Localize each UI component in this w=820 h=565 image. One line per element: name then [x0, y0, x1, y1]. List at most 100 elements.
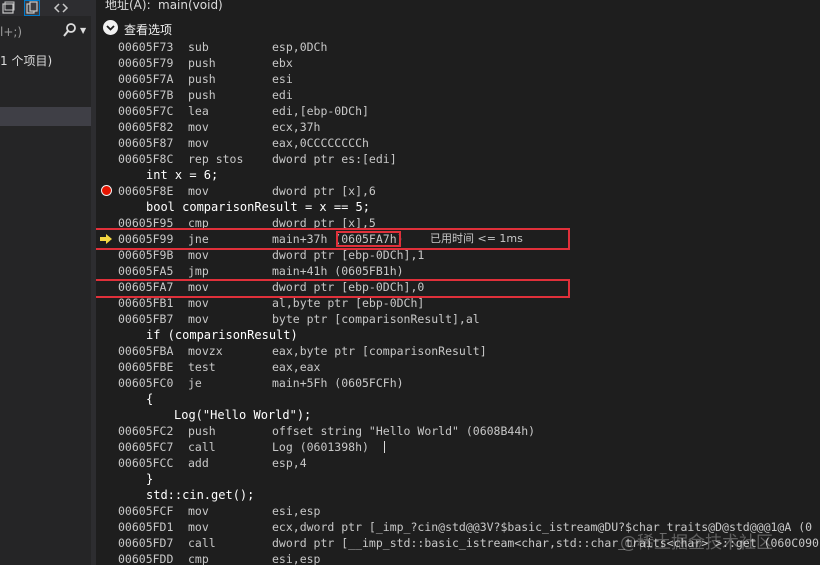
instruction-address: 00605FC0 [118, 376, 174, 390]
instruction-opcode: lea [188, 104, 209, 118]
disasm-line[interactable]: 00605F7C lea edi,[ebp-0DCh] [96, 103, 820, 119]
instruction-opcode: mov [188, 184, 209, 198]
left-panel-toolbar [0, 0, 91, 16]
instruction-address: 00605F8E [118, 184, 174, 198]
source-code-text: } [146, 472, 154, 486]
copy-icon[interactable] [24, 0, 40, 16]
instruction-opcode: call [188, 440, 216, 454]
instruction-opcode: add [188, 456, 209, 470]
instruction-address: 00605FBE [118, 360, 174, 374]
breakpoint-icon[interactable] [101, 185, 112, 196]
disasm-line[interactable]: 00605FA5 jmp main+41h (0605FB1h) [96, 263, 820, 279]
instruction-address: 00605F82 [118, 120, 174, 134]
instruction-address: 00605FCC [118, 456, 174, 470]
source-code-text: if (comparisonResult) [146, 328, 298, 342]
search-input[interactable]: l+;) [0, 24, 60, 40]
instruction-opcode: mov [188, 504, 209, 518]
instruction-operands: Log (0601398h) [272, 440, 369, 454]
search-icon[interactable] [63, 23, 77, 39]
instruction-operands: esi,esp [272, 552, 321, 565]
instruction-operands: dword ptr [x],6 [272, 184, 376, 198]
disasm-line[interactable]: 00605FC2 push offset string "Hello World" … [96, 423, 820, 439]
disasm-line[interactable]: 00605F79 push ebx [96, 55, 820, 71]
instruction-address: 00605FBA [118, 344, 174, 358]
instruction-address: 00605FA5 [118, 264, 174, 278]
address-bar: 地址(A): main(void) [96, 0, 820, 14]
disasm-line[interactable]: 00605FC7 call Log (0601398h) [96, 439, 820, 455]
instruction-address: 00605F7B [118, 88, 174, 102]
instruction-address: 00605FDD [118, 552, 174, 565]
instruction-operands: esp,0DCh [272, 40, 328, 54]
code-brackets-icon[interactable] [53, 0, 69, 16]
instruction-opcode: mov [188, 120, 209, 134]
instruction-operands: edi,[ebp-0DCh] [272, 104, 369, 118]
window-icon[interactable] [0, 0, 16, 16]
instruction-operands: eax,byte ptr [comparisonResult] [272, 344, 487, 358]
instruction-operands: dword ptr es:[edi] [272, 152, 397, 166]
instruction-operands: main+5Fh (0605FCFh) [272, 376, 404, 390]
instruction-opcode: je [188, 376, 202, 390]
disasm-line[interactable]: 00605FB7 mov byte ptr [comparisonResult],a… [96, 311, 820, 327]
view-options-label[interactable]: 查看选项 [124, 21, 172, 38]
chevron-down-icon[interactable]: ▼ [80, 23, 86, 39]
instruction-address: 00605F73 [118, 40, 174, 54]
instruction-operands: esp,4 [272, 456, 307, 470]
disasm-line[interactable]: 00605F7A push esi [96, 71, 820, 87]
instruction-address: 00605FC2 [118, 424, 174, 438]
disasm-line[interactable]: 00605FC0 je main+5Fh (0605FCFh) [96, 375, 820, 391]
disasm-line[interactable]: 00605FDD cmp esi,esp [96, 551, 820, 565]
instruction-operands: edi [272, 88, 293, 102]
disasm-line[interactable]: 00605F73 sub esp,0DCh [96, 39, 820, 55]
address-input[interactable]: main(void) [158, 0, 223, 11]
instruction-address: 00605F7C [118, 104, 174, 118]
instruction-address: 00605F8C [118, 152, 174, 166]
source-line[interactable]: } [96, 471, 820, 487]
instruction-opcode: movzx [188, 344, 223, 358]
instruction-opcode: mov [188, 136, 209, 150]
source-line[interactable]: if (comparisonResult) [96, 327, 820, 343]
instruction-opcode: push [188, 88, 216, 102]
disasm-line[interactable]: 00605FBA movzx eax,byte ptr [comparisonRes… [96, 343, 820, 359]
instruction-operands: offset string "Hello World" (0608B44h) [272, 424, 536, 438]
instruction-opcode: rep stos [188, 152, 244, 166]
instruction-address: 00605F87 [118, 136, 174, 150]
source-line[interactable]: int x = 6; [96, 167, 820, 183]
instruction-address: 00605FC7 [118, 440, 174, 454]
instruction-address: 00605F79 [118, 56, 174, 70]
instruction-opcode: call [188, 536, 216, 550]
disasm-line[interactable]: 00605F87 mov eax,0CCCCCCCCh [96, 135, 820, 151]
instruction-address: 00605FD7 [118, 536, 174, 550]
instruction-operands: esi [272, 72, 293, 86]
instruction-operands: eax,0CCCCCCCCh [272, 136, 369, 150]
instruction-opcode: push [188, 424, 216, 438]
source-line[interactable]: Log("Hello World"); [96, 407, 820, 423]
instruction-operands: ebx [272, 56, 293, 70]
instruction-opcode: mov [188, 312, 209, 326]
source-line[interactable]: bool comparisonResult = x == 5; [96, 199, 820, 215]
selected-list-item[interactable] [0, 107, 91, 126]
instruction-opcode: cmp [188, 552, 209, 565]
disasm-line[interactable]: 00605FBE test eax,eax [96, 359, 820, 375]
instruction-address: 00605FB7 [118, 312, 174, 326]
disasm-line[interactable]: 00605F7B push edi [96, 87, 820, 103]
chevron-down-circle-icon[interactable] [103, 20, 118, 35]
disassembly-view[interactable]: 00605F73 sub esp,0DCh 00605F79 push ebx 00605F… [96, 39, 820, 565]
instruction-opcode: sub [188, 40, 209, 54]
source-code-text: { [146, 392, 154, 406]
disasm-line[interactable]: 00605FCC add esp,4 [96, 455, 820, 471]
instruction-opcode: push [188, 72, 216, 86]
source-code-text: int x = 6; [146, 168, 219, 182]
instruction-operands: ecx,37h [272, 120, 321, 134]
source-line[interactable]: { [96, 391, 820, 407]
disasm-line[interactable]: 00605F8E mov dword ptr [x],6 [96, 183, 820, 199]
disasm-line[interactable]: 00605FCF mov esi,esp [96, 503, 820, 519]
disasm-line[interactable]: 00605F82 mov ecx,37h [96, 119, 820, 135]
instruction-operands: byte ptr [comparisonResult],al [272, 312, 480, 326]
left-panel-search[interactable]: l+;) ▼ [0, 22, 91, 42]
disasm-line[interactable]: 00605F8C rep stos dword ptr es:[edi] [96, 151, 820, 167]
highlight-box-target-line [96, 279, 570, 298]
instruction-opcode: mov [188, 520, 209, 534]
source-line[interactable]: std::cin.get(); [96, 487, 820, 503]
instruction-opcode: test [188, 360, 216, 374]
view-options[interactable]: 查看选项 [96, 17, 820, 39]
